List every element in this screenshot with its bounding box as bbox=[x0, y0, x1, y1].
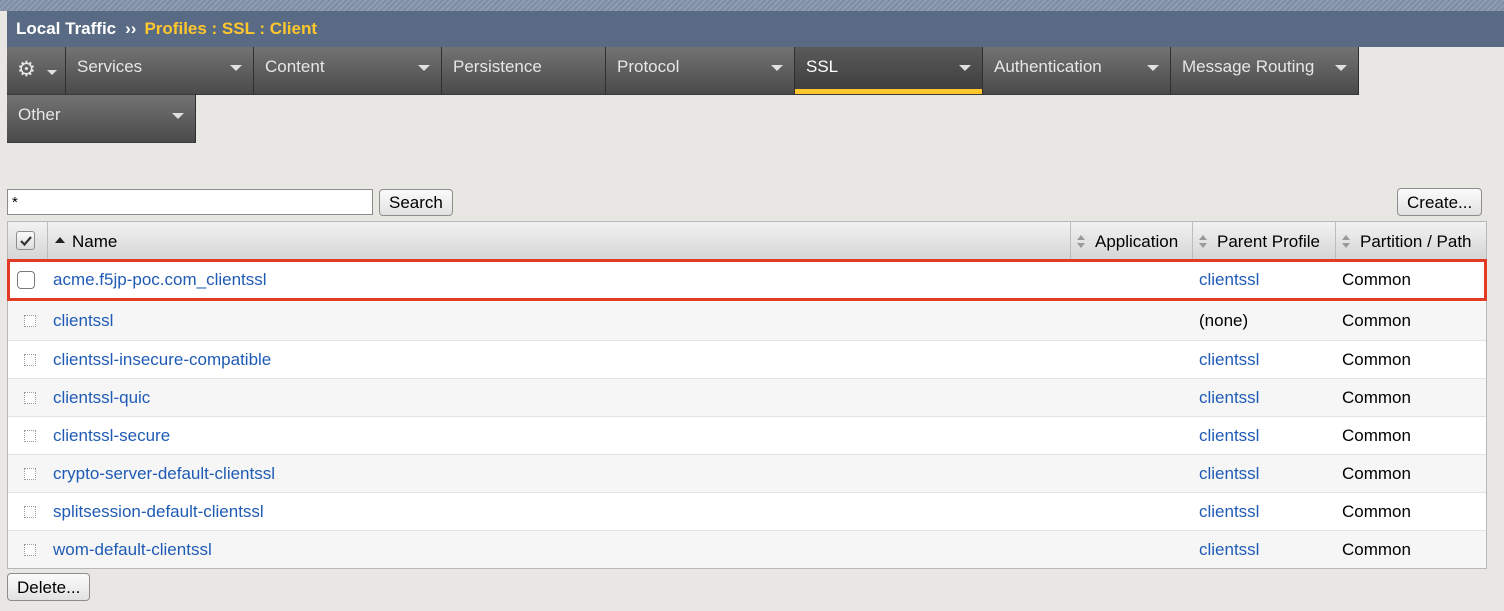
chevron-down-icon bbox=[1147, 65, 1159, 71]
tab-label: Content bbox=[265, 57, 325, 76]
partition-cell: Common bbox=[1342, 463, 1411, 483]
tab-label: Persistence bbox=[453, 57, 542, 76]
tab-bar-row2: Other bbox=[7, 95, 196, 143]
column-header-label: Parent Profile bbox=[1217, 232, 1320, 251]
tab-label: Services bbox=[77, 57, 143, 76]
row-checkbox-disabled bbox=[24, 429, 36, 442]
tab-label: Other bbox=[18, 105, 61, 124]
row-checkbox-disabled bbox=[24, 543, 36, 556]
column-header-label: Partition / Path bbox=[1360, 232, 1472, 251]
profile-name-link[interactable]: clientssl bbox=[53, 311, 113, 331]
profile-name-link[interactable]: acme.f5jp-poc.com_clientssl bbox=[53, 270, 267, 290]
partition-cell: Common bbox=[1342, 501, 1411, 521]
partition-cell: Common bbox=[1342, 387, 1411, 407]
partition-cell: Common bbox=[1342, 425, 1411, 445]
profile-name-link[interactable]: crypto-server-default-clientssl bbox=[53, 464, 275, 484]
table-header: Name Application Parent Profile Partitio… bbox=[8, 222, 1486, 262]
profile-name-link[interactable]: clientssl-insecure-compatible bbox=[53, 350, 271, 370]
profile-name-link[interactable]: clientssl-quic bbox=[53, 388, 150, 408]
column-partition-path[interactable]: Partition / Path bbox=[1336, 222, 1486, 261]
tab-persistence[interactable]: Persistence bbox=[442, 47, 606, 95]
parent-profile-link[interactable]: clientssl bbox=[1199, 426, 1259, 446]
table-row: clientssl-quic clientssl Common bbox=[8, 379, 1486, 417]
column-parent-profile[interactable]: Parent Profile bbox=[1193, 222, 1336, 261]
table-row: clientssl-insecure-compatible clientssl … bbox=[8, 341, 1486, 379]
row-checkbox-disabled bbox=[24, 391, 36, 404]
tab-label: Authentication bbox=[994, 57, 1102, 76]
delete-button[interactable]: Delete... bbox=[7, 573, 91, 601]
column-header-label: Name bbox=[72, 232, 118, 251]
column-header-label: Application bbox=[1095, 232, 1179, 251]
page-header: Local Traffic ›› Profiles : SSL : Client bbox=[7, 11, 1504, 47]
chevron-down-icon bbox=[172, 113, 184, 119]
partition-cell: Common bbox=[1342, 539, 1411, 559]
sort-icon bbox=[1199, 235, 1208, 249]
tab-authentication[interactable]: Authentication bbox=[983, 47, 1171, 95]
row-checkbox[interactable] bbox=[17, 270, 35, 289]
tab-label: Protocol bbox=[617, 57, 680, 76]
checkmark-icon bbox=[20, 236, 32, 247]
parent-profile-cell: (none) bbox=[1199, 311, 1249, 330]
parent-profile-link[interactable]: clientssl bbox=[1199, 502, 1259, 522]
search-button[interactable]: Search bbox=[379, 189, 453, 216]
partition-cell: Common bbox=[1342, 269, 1411, 289]
search-input[interactable] bbox=[7, 189, 373, 215]
table-row: splitsession-default-clientssl clientssl… bbox=[8, 493, 1486, 531]
chevron-down-icon bbox=[959, 65, 971, 71]
section-title: Local Traffic bbox=[16, 19, 117, 38]
parent-profile-link[interactable]: clientssl bbox=[1199, 388, 1259, 408]
profile-name-link[interactable]: wom-default-clientssl bbox=[53, 540, 212, 560]
breadcrumb-separator: ›› bbox=[125, 19, 137, 38]
profile-name-link[interactable]: splitsession-default-clientssl bbox=[53, 502, 264, 522]
sort-ascending-icon bbox=[55, 237, 65, 243]
create-button[interactable]: Create... bbox=[1397, 188, 1483, 216]
tab-ssl[interactable]: SSL bbox=[795, 47, 983, 95]
chevron-down-icon bbox=[771, 65, 783, 71]
sort-icon bbox=[1342, 235, 1351, 249]
table-row: clientssl-secure clientssl Common bbox=[8, 417, 1486, 455]
top-stripe bbox=[0, 0, 1504, 11]
row-checkbox-disabled bbox=[24, 505, 36, 518]
tab-message-routing[interactable]: Message Routing bbox=[1171, 47, 1359, 95]
sort-icon bbox=[1077, 235, 1086, 249]
table-row: acme.f5jp-poc.com_clientssl clientssl Co… bbox=[7, 259, 1487, 301]
row-checkbox-disabled bbox=[24, 315, 36, 327]
tab-label: SSL bbox=[806, 57, 839, 76]
profile-name-link[interactable]: clientssl-secure bbox=[53, 426, 170, 446]
tab-content[interactable]: Content bbox=[254, 47, 442, 95]
partition-cell: Common bbox=[1342, 349, 1411, 369]
row-checkbox-disabled bbox=[24, 467, 36, 480]
parent-profile-link[interactable]: clientssl bbox=[1199, 540, 1259, 560]
gear-icon: ⚙ bbox=[17, 58, 36, 81]
chevron-down-icon bbox=[418, 65, 430, 71]
tab-other[interactable]: Other bbox=[7, 95, 196, 143]
table-row: wom-default-clientssl clientssl Common bbox=[8, 531, 1486, 568]
chevron-down-icon bbox=[230, 65, 242, 71]
tab-gear-menu[interactable]: ⚙ bbox=[7, 47, 66, 95]
partition-cell: Common bbox=[1342, 311, 1411, 330]
profiles-table: Name Application Parent Profile Partitio… bbox=[7, 221, 1487, 569]
table-row: clientssl (none) Common bbox=[8, 302, 1486, 341]
chevron-down-icon bbox=[1335, 65, 1347, 71]
column-name[interactable]: Name bbox=[48, 222, 1071, 261]
row-checkbox-disabled bbox=[24, 353, 36, 366]
table-row: crypto-server-default-clientssl clientss… bbox=[8, 455, 1486, 493]
tab-protocol[interactable]: Protocol bbox=[606, 47, 795, 95]
tab-bar: ⚙ Services Content Persistence Protocol … bbox=[7, 47, 1359, 95]
column-application[interactable]: Application bbox=[1071, 222, 1193, 261]
parent-profile-link[interactable]: clientssl bbox=[1199, 464, 1259, 484]
tab-label: Message Routing bbox=[1182, 57, 1315, 76]
breadcrumb[interactable]: Profiles : SSL : Client bbox=[144, 19, 317, 39]
parent-profile-link[interactable]: clientssl bbox=[1199, 350, 1259, 370]
select-all-checkbox[interactable] bbox=[16, 231, 35, 250]
parent-profile-link[interactable]: clientssl bbox=[1199, 270, 1259, 290]
header-select-cell bbox=[8, 222, 48, 261]
tab-services[interactable]: Services bbox=[66, 47, 254, 95]
chevron-down-icon bbox=[47, 70, 57, 75]
